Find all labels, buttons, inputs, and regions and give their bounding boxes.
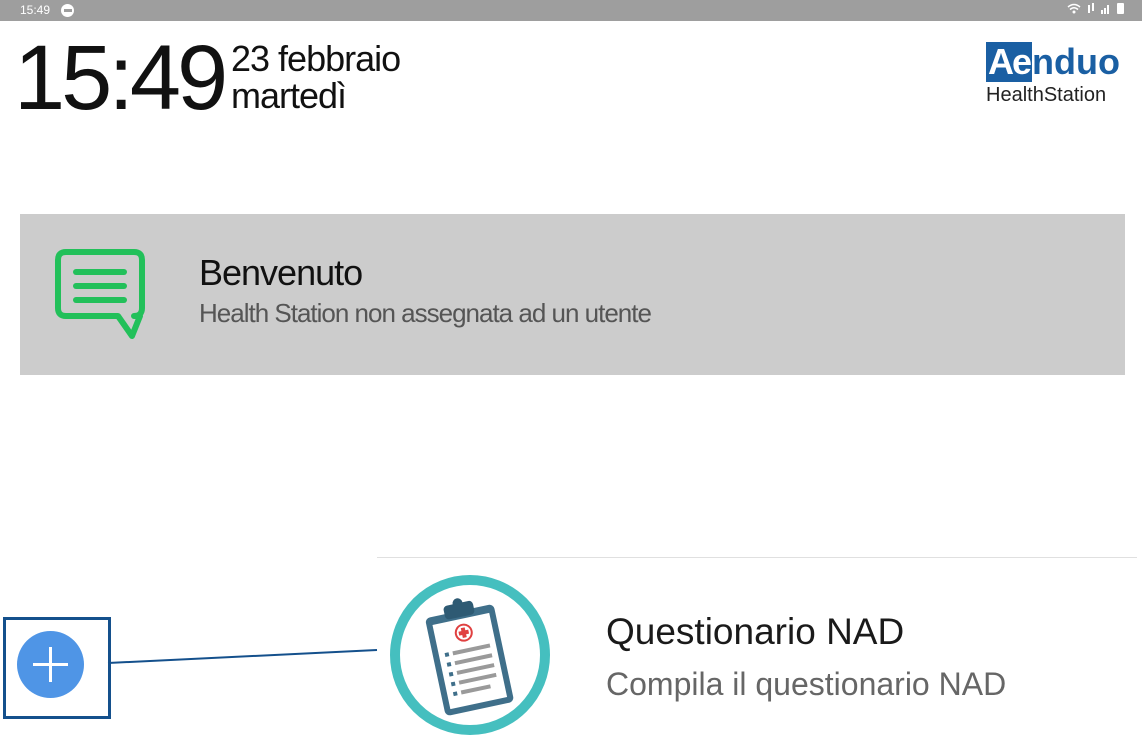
welcome-card: Benvenuto Health Station non assegnata a… xyxy=(20,214,1125,375)
notification-icon xyxy=(61,4,74,17)
aenduo-logo: Ae nduo HealthStation xyxy=(986,42,1126,107)
list-divider xyxy=(377,557,1137,558)
chat-bubble-icon xyxy=(55,249,145,339)
welcome-subtitle: Health Station non assegnata ad un utent… xyxy=(199,298,652,328)
weekday: martedì xyxy=(231,75,347,116)
logo-subtitle: HealthStation xyxy=(986,84,1126,107)
logo-brand-highlight: Ae xyxy=(986,41,1032,82)
status-time: 15:49 xyxy=(20,3,51,17)
logo-brand-rest: nduo xyxy=(1032,41,1120,82)
clock: 15:49 xyxy=(14,27,228,129)
date-line: 23 febbraio xyxy=(231,38,401,79)
system-icons xyxy=(1067,3,1124,14)
welcome-title: Benvenuto xyxy=(199,252,363,293)
date: 23 febbraio martedì xyxy=(231,38,401,116)
clipboard-icon[interactable] xyxy=(387,572,553,738)
logo-brand: Ae nduo xyxy=(986,42,1126,82)
logo-sub-rest: Station xyxy=(1043,84,1107,106)
questionnaire-title[interactable]: Questionario NAD xyxy=(606,611,904,653)
signal-icon xyxy=(1101,5,1109,14)
battery-icon xyxy=(1117,3,1124,14)
wifi-icon xyxy=(1067,3,1081,14)
add-button[interactable] xyxy=(17,631,84,698)
logo-sub-bold: Health xyxy=(986,84,1044,106)
questionnaire-subtitle[interactable]: Compila il questionario NAD xyxy=(606,666,1006,703)
data-icon xyxy=(1088,3,1094,13)
status-bar: 15:49 xyxy=(0,0,1142,21)
